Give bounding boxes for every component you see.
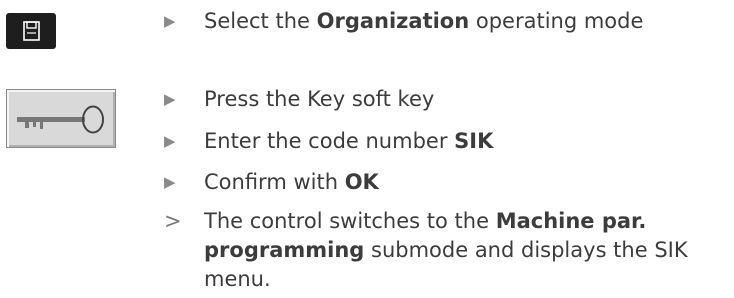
floppy-disk-icon [23,21,40,41]
step-marker-icon: ▶ [164,132,176,150]
ok-term: OK [344,170,379,194]
step-text: Confirm with OK [204,170,379,194]
machine-par-term: Machine par. [495,209,647,233]
step-marker-icon: ▶ [164,12,176,30]
sik-code: SIK [454,129,494,153]
result-marker-icon: > [164,209,182,233]
key-icon [17,105,104,134]
result-text: The control switches to the Machine par.… [204,209,688,291]
key-softkey[interactable] [6,89,116,148]
organization-term: Organization [316,9,470,33]
step-text: Enter the code number SIK [204,129,494,153]
programming-term: programming [204,238,365,262]
step-marker-icon: ▶ [164,90,176,108]
step-text: Select the Organization operating mode [204,9,644,33]
step-marker-icon: ▶ [164,173,176,191]
organization-softkey[interactable] [6,13,56,49]
step-text: Press the Key soft key [204,87,435,111]
